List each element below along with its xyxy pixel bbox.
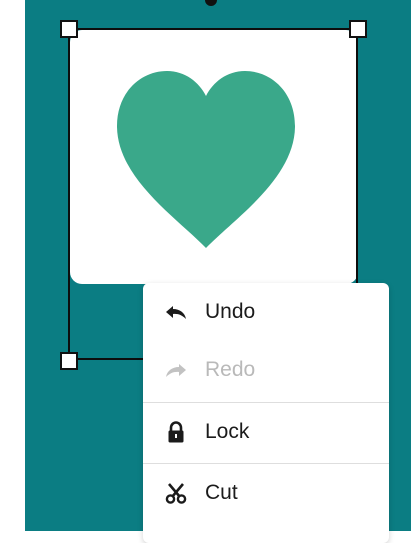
scissors-icon (163, 482, 189, 504)
menu-item-label: Cut (205, 481, 238, 504)
context-menu: Undo Redo Lock Cut (143, 283, 389, 543)
undo-icon (163, 301, 189, 323)
lock-icon (163, 421, 189, 443)
menu-item-redo[interactable]: Redo (143, 341, 389, 399)
menu-item-lock[interactable]: Lock (143, 403, 389, 461)
menu-item-label: Lock (205, 420, 250, 443)
resize-handle-top-left[interactable] (60, 20, 78, 38)
editor-stage: Undo Redo Lock Cut (0, 0, 411, 543)
resize-handle-top-right[interactable] (349, 20, 367, 38)
menu-item-label: Redo (205, 358, 256, 381)
menu-item-label: Undo (205, 300, 256, 323)
menu-item-cut[interactable]: Cut (143, 464, 389, 522)
resize-handle-bottom-left[interactable] (60, 352, 78, 370)
menu-item-undo[interactable]: Undo (143, 283, 389, 341)
redo-icon (163, 359, 189, 381)
